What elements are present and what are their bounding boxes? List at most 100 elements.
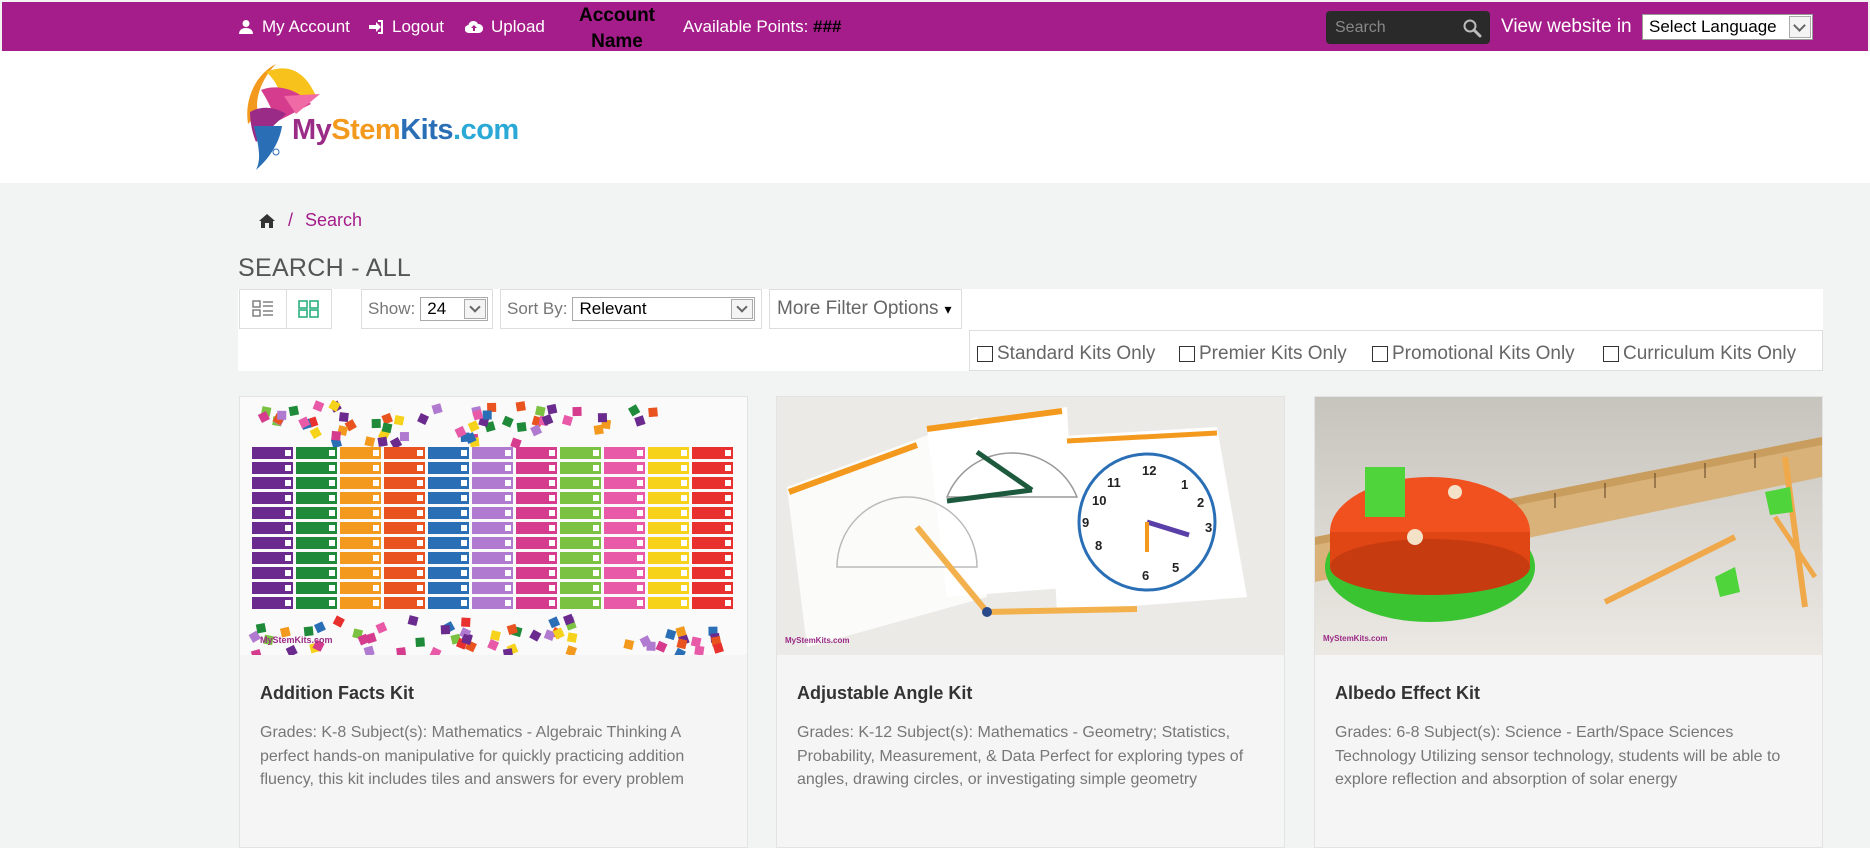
answer-box bbox=[637, 450, 643, 456]
answer-box bbox=[505, 570, 511, 576]
product-name[interactable]: Albedo Effect Kit bbox=[1335, 683, 1480, 704]
answer-box bbox=[417, 600, 423, 606]
svg-text:12: 12 bbox=[1142, 463, 1156, 478]
answer-box bbox=[285, 555, 291, 561]
answer-box bbox=[681, 570, 687, 576]
answer-box bbox=[461, 495, 467, 501]
list-view-button[interactable] bbox=[240, 290, 286, 328]
answer-box bbox=[725, 525, 731, 531]
grid-view-icon bbox=[297, 300, 319, 318]
number-tile bbox=[572, 406, 582, 417]
answer-box bbox=[373, 585, 379, 591]
answer-box bbox=[285, 600, 291, 606]
chevron-down-icon bbox=[464, 299, 487, 319]
grid-view-button[interactable] bbox=[285, 290, 332, 328]
answer-box bbox=[329, 525, 335, 531]
more-filter-options-button[interactable]: More Filter Options ▾ bbox=[769, 289, 962, 329]
answer-box bbox=[285, 495, 291, 501]
answer-box bbox=[681, 555, 687, 561]
answer-box bbox=[285, 525, 291, 531]
answer-box bbox=[681, 450, 687, 456]
answer-box bbox=[593, 540, 599, 546]
answer-box bbox=[593, 525, 599, 531]
product-card[interactable]: MyStemKits.com Addition Facts Kit Grades… bbox=[239, 396, 748, 848]
logout-label: Logout bbox=[392, 17, 444, 36]
upload-label: Upload bbox=[491, 17, 545, 36]
answer-box bbox=[285, 480, 291, 486]
answer-box bbox=[593, 495, 599, 501]
answer-box bbox=[593, 465, 599, 471]
number-tile bbox=[371, 418, 381, 429]
answer-box bbox=[373, 540, 379, 546]
number-tile bbox=[516, 421, 527, 433]
checkbox-label: Promotional Kits Only bbox=[1392, 343, 1575, 364]
show-count-select[interactable]: 24 bbox=[420, 297, 489, 321]
image-watermark: MyStemKits.com bbox=[1323, 634, 1387, 643]
product-image[interactable]: MyStemKits.com bbox=[1315, 397, 1822, 655]
answer-box bbox=[549, 495, 555, 501]
view-website-label: View website in bbox=[1501, 16, 1632, 37]
answer-box bbox=[373, 465, 379, 471]
checkbox-box[interactable] bbox=[1372, 346, 1388, 362]
product-name[interactable]: Addition Facts Kit bbox=[260, 683, 414, 704]
list-view-icon bbox=[252, 300, 273, 317]
breadcrumb-current[interactable]: Search bbox=[305, 210, 362, 231]
answer-box bbox=[417, 450, 423, 456]
answer-box bbox=[417, 510, 423, 516]
svg-text:10: 10 bbox=[1092, 493, 1106, 508]
answer-box bbox=[505, 585, 511, 591]
standard-kits-checkbox[interactable]: Standard Kits Only bbox=[977, 343, 1155, 365]
answer-box bbox=[725, 465, 731, 471]
answer-box bbox=[505, 555, 511, 561]
answer-box bbox=[373, 555, 379, 561]
answer-box bbox=[285, 450, 291, 456]
answer-box bbox=[549, 570, 555, 576]
answer-box bbox=[461, 570, 467, 576]
sort-select[interactable]: Relevant bbox=[572, 297, 756, 321]
answer-box bbox=[549, 540, 555, 546]
answer-box bbox=[329, 480, 335, 486]
language-select[interactable]: Select Language bbox=[1642, 14, 1813, 40]
answer-box bbox=[725, 450, 731, 456]
answer-box bbox=[593, 510, 599, 516]
more-filter-label: More Filter Options bbox=[777, 298, 939, 319]
checkbox-box[interactable] bbox=[977, 346, 993, 362]
product-card[interactable]: MyStemKits.com Albedo Effect Kit Grades:… bbox=[1314, 396, 1823, 848]
checkbox-box[interactable] bbox=[1179, 346, 1195, 362]
product-image[interactable]: 12 1 2 3 9 10 11 6 5 8 MyStemKits.com bbox=[777, 397, 1284, 655]
answer-box bbox=[681, 465, 687, 471]
product-description: Grades: K-12 Subject(s): Mathematics - G… bbox=[797, 724, 1244, 788]
svg-text:3: 3 bbox=[1205, 520, 1212, 535]
search-input[interactable] bbox=[1326, 11, 1456, 44]
answer-box bbox=[725, 585, 731, 591]
product-card[interactable]: 12 1 2 3 9 10 11 6 5 8 MyStemKits.com Adjustable … bbox=[776, 396, 1285, 848]
number-tile bbox=[338, 412, 349, 423]
logo-com: .com bbox=[453, 114, 519, 146]
image-watermark: MyStemKits.com bbox=[785, 636, 849, 645]
sort-control: Sort By: Relevant bbox=[500, 289, 762, 329]
answer-box bbox=[461, 450, 467, 456]
my-account-link[interactable]: My Account bbox=[238, 17, 350, 37]
answer-box bbox=[373, 510, 379, 516]
checkbox-box[interactable] bbox=[1603, 346, 1619, 362]
upload-link[interactable]: Upload bbox=[465, 17, 545, 37]
answer-box bbox=[329, 585, 335, 591]
available-points: Available Points: ### bbox=[683, 17, 841, 37]
product-image[interactable]: MyStemKits.com bbox=[240, 397, 747, 655]
home-icon[interactable] bbox=[258, 213, 276, 229]
product-description: Grades: 6-8 Subject(s): Science - Earth/… bbox=[1335, 724, 1781, 788]
logout-link[interactable]: Logout bbox=[368, 17, 444, 37]
chevron-down-icon bbox=[731, 299, 754, 319]
curriculum-kits-checkbox[interactable]: Curriculum Kits Only bbox=[1603, 343, 1796, 365]
answer-box bbox=[285, 570, 291, 576]
adjustable-angle-image: 1212391011658 MyStemKits.com bbox=[777, 397, 1284, 655]
promotional-kits-checkbox[interactable]: Promotional Kits Only bbox=[1372, 343, 1575, 365]
answer-box bbox=[329, 570, 335, 576]
answer-box bbox=[637, 510, 643, 516]
mystemkits-logo[interactable] bbox=[236, 54, 546, 172]
show-count-control: Show: 24 bbox=[361, 289, 493, 329]
product-name[interactable]: Adjustable Angle Kit bbox=[797, 683, 972, 704]
search-icon[interactable] bbox=[1462, 18, 1482, 38]
premier-kits-checkbox[interactable]: Premier Kits Only bbox=[1179, 343, 1347, 365]
answer-box bbox=[593, 600, 599, 606]
